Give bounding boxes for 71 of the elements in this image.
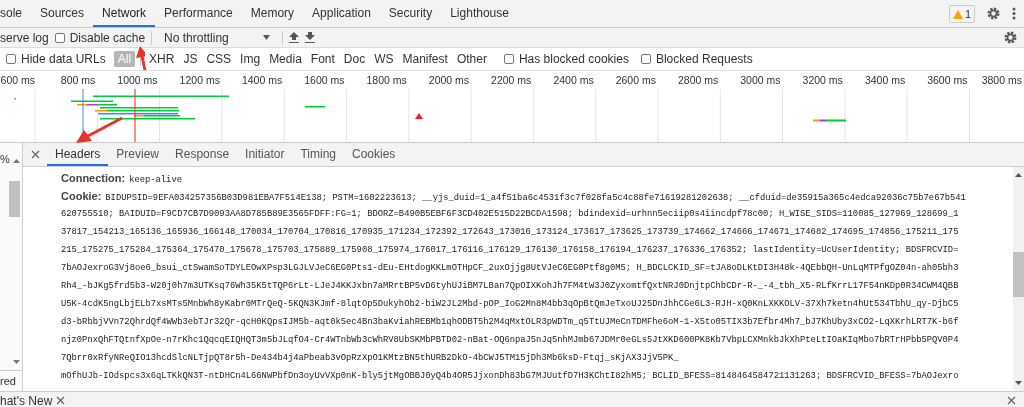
header-name: Connection: [61,172,126,184]
caret-icon [262,35,270,40]
header-value: keep-alive [129,175,182,185]
panel-tab[interactable]: Application [303,0,380,27]
annotation-arrow [76,116,123,143]
time-tick-label: 3400 ms [864,74,906,86]
checkbox[interactable] [503,54,514,64]
time-tick-label: 1400 ms [241,74,283,86]
scroll-down-icon[interactable] [1015,381,1022,385]
header-value: 7Qbrr0xRfyNReQIO13hcdSlcNLTjpQT8r5h-De434b4j4aPbeab3vOpRzXpO1KMtzBN5thURB2DkO-4bCWJ5TM15jDh3Mb6ksD-Ftqj_sKjAX3JjV5PK_ [61,353,679,363]
throttling-dropdown[interactable]: No throttling [158,30,276,45]
panel-tab[interactable]: Security [379,0,442,27]
settings-icon[interactable] [1004,31,1017,44]
header-value: d3-bRbbjVVn72QhrdQf4WWb3ebTJr32Qr-qcH0KQpsIJM5b-aqt0k5ec4Bn3baKviahREBMb1qhODBT5h2M4qMxtOLR3pWDTm_q5TtUJMeCnTDMFhe6oM-1-X5to05TIX3b7Efbr4Mh7_bJ7KhUby3xCO2-LqXKrhLRT7K-b6f [61,317,959,327]
has-blocked-cookies-label[interactable]: Has blocked cookies [518,52,629,66]
scrollbar-thumb[interactable] [1013,252,1024,297]
upload-icon[interactable] [288,32,299,43]
panel-tab[interactable]: Lighthouse [441,0,518,27]
time-tick-label: 800 ms [60,74,96,86]
warning-badge[interactable]: 1 [948,5,975,23]
scroll-down-icon[interactable] [13,360,20,364]
header-value: 7bAOJexroG3Vj8oe6_bsui_ctSwamSoTDYLEOwXPsp3LGJLVJeC6EG0Pts1-dEu-EHtdogKKLmOTHpCF_2uxOjjg8UtVJeC6EG0Ptf8g0M5; H_BDCLCKID_SF=tJA8oDLKtDI3H48k-4QEbbQH-UnLqMTPfgOZ04n-ah05bh3 [61,263,959,273]
header-value: mOfhUJb-IOdspcs3x6qLTKkQN3T-ntDHCn4L66NWPbfDn3oyUvVXp0nK-bly5jtMgOBBJ0yQ4b4OR5JjxonDh83bG7MJUutfD7H3KChtI82hM5; BCLID_BFESS=8148464584721131263; BDSFRCVID_BFESS=7bAOJexro [61,371,959,381]
settings-icon[interactable] [987,7,1000,20]
time-tick-label: 3200 ms [802,74,843,86]
time-tick-label: 1200 ms [179,74,220,86]
scroll-up-icon[interactable] [1015,173,1022,177]
header-value: 215_175275_175284_175364_175470_175678_175703_175889_175908_175974_176017_176116_176129_176130_176158_176194_176237_176336_176352; lastIdentity=UcUserIdentity; BDSFRCVID= [61,245,959,255]
scrollbar-thumb[interactable] [9,181,20,217]
column-text: % [0,153,10,167]
time-tick-label: 3000 ms [740,74,781,86]
blocked-requests-label[interactable]: Blocked Requests [655,52,753,66]
scroll-up-icon[interactable] [13,159,20,163]
disable-cache-label[interactable]: Disable cache [69,30,146,45]
time-tick-label: 2200 ms [491,74,532,86]
hide-data-urls-label[interactable]: Hide data URLs [21,52,106,66]
checkbox[interactable] [54,32,65,43]
download-icon[interactable] [304,32,315,43]
warning-icon [952,9,963,19]
close-icon[interactable] [31,150,40,159]
more-icon[interactable] [1012,7,1016,20]
time-tick-label: 1000 ms [117,74,158,86]
header-value: U5K-4cdK5ngLbjELb7xsMTs5MnbWh8yKabr0MTrQeQ-5KQN3KJmf-8lqtOp5DukyhOb2-biW2JL2Mbd-pOP_IoG2Mn8M4bb3qOpBtQmJeTxoUJ25DnJhhCGe6L3-RJH-xQ0KnLXKKOLV-37Xh7ketn4hUt534TbhU_qy-DjbC5 [61,299,959,309]
checkbox[interactable] [6,54,16,64]
time-tick-label: 1800 ms [366,74,407,86]
panel-tab[interactable]: Performance [155,0,242,27]
preserve-log-label[interactable]: serve log [0,30,49,45]
time-tick-label: 1600 ms [304,74,345,86]
header-value: BIDUPSID=9EFA034257356B03D981EBA7F514E138; PSTM=1602223613; __yjs_duid=1_a4f51ba6c4531f3c7f028fa5c4c88fe71619281202638; __cfduid=de35915a365c4edca92036c75b7e67b541 [105,193,966,203]
panel-tab[interactable]: Sources [31,0,94,27]
close-drawer-icon[interactable] [1007,396,1016,405]
header-value: njz0PnxQhFTQtnfXpOe-n7rKhc1QqcqEIQHQT3m5bJLqfO4-Cr4WTnbWb3cWhRV8UbSKMbPBTD02-nBat-OQ6npaJ5nJq5nhMJmb67JDMr0eGLs5JtXKD600PK8Kb7VbpLCXMnkbJkXhPteLtIOaKIqMbo7bRTrHPbb5PQV0P4 [61,335,959,345]
drawer-tab[interactable]: hat's New [0,393,53,407]
warning-count: 1 [964,8,971,20]
header-value: 37817_154213_165136_165936_166148_170034_170704_170816_170935_171234_172392_172643_173016_173124_173617_173625_173739_174662_174666_174671_174682_174695_174856_175211_175 [61,227,959,237]
header-value: 620755510; BAIDUID=F9CD7CB7D9093AA8D785B89E3565FDFF:FG=1; BDORZ=B490B5EBF6F3CD402E515D22BCDA1598; bdindexid=urhnn5eciip0s4iincdpf78c00; H_WISE_SIDS=110085_127969_128699_1 [61,209,959,219]
time-tick-label: 2600 ms [615,74,656,86]
close-icon[interactable] [56,396,66,405]
time-tick-label: 2000 ms [428,74,470,86]
status-text: red [0,375,16,387]
panel-tab[interactable]: Memory [241,0,304,27]
panel-tab[interactable]: sole [0,0,31,27]
time-tick-label: 3800 ms [981,74,1022,86]
time-tick-label: 2400 ms [553,74,594,86]
annotation-arrow [136,46,148,71]
time-tick-label: 2800 ms [678,74,719,86]
time-tick-label: 3600 ms [927,74,968,86]
checkbox[interactable] [640,54,651,64]
header-name: Cookie: [61,190,102,202]
header-value: Rh4_-bJKg5frd5b3-W20j0h7m3UTKsq76Wh35K5tTQP6rLt-LJeJ4KKJxbn7aMRrtBP5vD6tyhUJiBM7LBan7QpOIXKohJh7FM4tW3J0ZyxomtfQxtNRJ0DnjtpChbCDr-R-_-4_tbh_X5-RLfKrrL17F54nKDp0R34CWM4QBB [61,281,959,291]
time-tick-label: 600 ms [0,74,35,86]
